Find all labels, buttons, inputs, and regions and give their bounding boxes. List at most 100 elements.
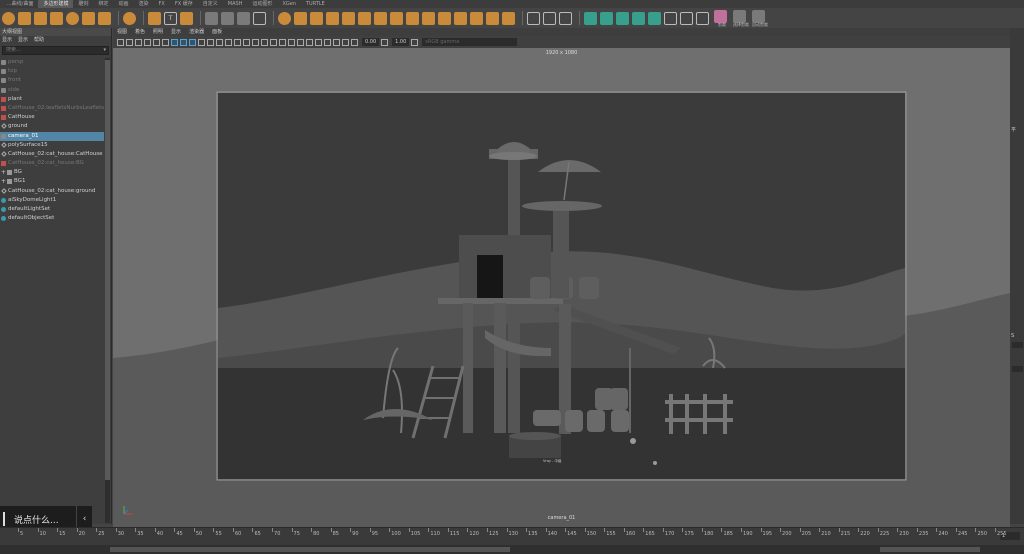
auto-clip-icon[interactable]: [752, 9, 765, 23]
outliner-item[interactable]: polySurface15: [0, 141, 104, 150]
type-tool-icon[interactable]: [205, 11, 218, 25]
outliner-item[interactable]: defaultLightSet: [0, 205, 104, 214]
cage-tool-icon[interactable]: [221, 11, 234, 25]
select-camera-icon[interactable]: [117, 38, 124, 46]
shelf-tab[interactable]: XGen: [277, 0, 301, 8]
scrollbar-thumb[interactable]: [105, 60, 110, 480]
outliner-menu-show[interactable]: 显示: [18, 36, 28, 45]
select-clip-icon[interactable]: [733, 9, 746, 23]
viewport-menu-view[interactable]: 视图: [117, 28, 127, 36]
cone-icon[interactable]: [50, 11, 63, 25]
outliner-item[interactable]: ground: [0, 122, 104, 131]
gamma-icon[interactable]: [381, 38, 389, 46]
smooth-shade-icon[interactable]: [243, 38, 250, 46]
checker-icon[interactable]: [664, 11, 677, 25]
outliner-item[interactable]: top: [0, 67, 104, 76]
text-tool-icon[interactable]: T: [164, 11, 177, 25]
shelf-tab[interactable]: TURTLE: [301, 0, 330, 8]
bridge-icon[interactable]: [438, 11, 451, 25]
reduce-icon[interactable]: [374, 11, 387, 25]
cylinder-icon[interactable]: [34, 11, 47, 25]
wireframe-icon[interactable]: [234, 38, 241, 46]
shelf-tab[interactable]: FX 缓存: [170, 0, 198, 8]
cylindrical-map-icon[interactable]: [616, 11, 629, 25]
outliner-item[interactable]: side: [0, 86, 104, 95]
outliner-item[interactable]: CatHouse: [0, 113, 104, 122]
shadows-icon[interactable]: [279, 38, 286, 46]
sphere-icon[interactable]: [2, 11, 15, 25]
outliner-item[interactable]: CatHouse_02:leafletsNurbsLeafletsI: [0, 104, 104, 113]
retopologize-icon[interactable]: [406, 11, 419, 25]
combine-icon[interactable]: [278, 11, 291, 25]
sew-uv-icon[interactable]: [696, 11, 709, 25]
wireframe-on-shaded-icon[interactable]: [252, 38, 259, 46]
viewport-menu-show[interactable]: 显示: [171, 28, 181, 36]
shelf-tab[interactable]: 多边形建模: [38, 0, 74, 8]
gate-mask-icon[interactable]: [198, 38, 205, 46]
range-slider[interactable]: [0, 545, 1024, 554]
viewport-menu-renderer[interactable]: 渲染器: [189, 28, 204, 36]
super-shape-icon[interactable]: [148, 11, 161, 25]
automatic-map-icon[interactable]: [648, 11, 661, 25]
smooth-icon[interactable]: [326, 11, 339, 25]
shelf-tab[interactable]: 绑定: [93, 0, 113, 8]
exposure-icon[interactable]: [351, 38, 358, 46]
shelf-tab[interactable]: 渲染: [134, 0, 154, 8]
exposure-field[interactable]: 0.00: [362, 38, 380, 46]
color-management-icon[interactable]: [411, 38, 419, 46]
outliner-item[interactable]: + BG: [0, 168, 104, 177]
mirror-icon[interactable]: [253, 11, 266, 25]
cut-uv-icon[interactable]: [680, 11, 693, 25]
shelf-tab[interactable]: MASH: [223, 0, 248, 8]
outliner-scrollbar[interactable]: [105, 58, 110, 523]
wedge-icon[interactable]: [502, 11, 515, 25]
outliner-item[interactable]: camera_01: [0, 131, 104, 141]
merge-icon[interactable]: [470, 11, 483, 25]
disc-icon[interactable]: [98, 11, 111, 25]
poke-icon[interactable]: [486, 11, 499, 25]
extrude-icon[interactable]: [422, 11, 435, 25]
bookmark-icon[interactable]: [135, 38, 142, 46]
outliner-item[interactable]: + BG1: [0, 177, 104, 186]
outliner-menu-help[interactable]: 帮助: [34, 36, 44, 45]
outliner-item[interactable]: defaultObjectSet: [0, 214, 104, 223]
grease-pencil-icon[interactable]: [162, 38, 169, 46]
xray-icon[interactable]: [333, 38, 340, 46]
chevron-down-icon[interactable]: ▾: [103, 47, 106, 54]
planar-map-icon[interactable]: [600, 11, 613, 25]
range-slider-bar[interactable]: [110, 547, 510, 552]
textured-icon[interactable]: [261, 38, 268, 46]
viewport[interactable]: Vray - 中级 1920 x 1080 camera_01: [113, 48, 1010, 527]
2d-pan-icon[interactable]: [153, 38, 160, 46]
viewport-menu-shading[interactable]: 着色: [135, 28, 145, 36]
image-plane-icon[interactable]: [144, 38, 151, 46]
resolution-gate-icon[interactable]: [189, 38, 196, 46]
isolate-select-icon[interactable]: [324, 38, 331, 46]
outliner-menu-display[interactable]: 显示: [2, 36, 12, 45]
channel-field[interactable]: [1012, 366, 1023, 372]
camera-attributes-icon[interactable]: [126, 38, 133, 46]
target-weld-icon[interactable]: [543, 11, 556, 25]
plane-icon[interactable]: [82, 11, 95, 25]
viewport-menu-lighting[interactable]: 照明: [153, 28, 163, 36]
shelf-tab[interactable]: 雕刻: [73, 0, 93, 8]
expand-plus-icon[interactable]: +: [1, 177, 6, 186]
ambient-occlusion-icon[interactable]: [288, 38, 295, 46]
bevel-icon[interactable]: [454, 11, 467, 25]
outliner-item[interactable]: front: [0, 76, 104, 85]
uv-editor-icon[interactable]: [584, 11, 597, 25]
cube-icon[interactable]: [18, 11, 31, 25]
fill-hole-icon[interactable]: [358, 11, 371, 25]
multi-cut-icon[interactable]: [527, 11, 540, 25]
lights-icon[interactable]: [270, 38, 277, 46]
anti-alias-icon[interactable]: [306, 38, 313, 46]
gamma-field[interactable]: 1.00: [392, 38, 410, 46]
outliner-item[interactable]: CatHouse_02:cat_house:CatHouse: [0, 150, 104, 159]
svg-tool-icon[interactable]: [180, 11, 193, 25]
xray-joints-icon[interactable]: [342, 38, 349, 46]
shelf-tab[interactable]: ...曲线/曲面: [2, 0, 38, 8]
remesh-icon[interactable]: [390, 11, 403, 25]
time-slider[interactable]: 1 5 10 15 20 25 30 35 40 45 50 55 60 65 70 75 80 85 90 95 1…: [0, 527, 1024, 545]
spherical-map-icon[interactable]: [632, 11, 645, 25]
shelf-tab[interactable]: 自定义: [198, 0, 223, 8]
